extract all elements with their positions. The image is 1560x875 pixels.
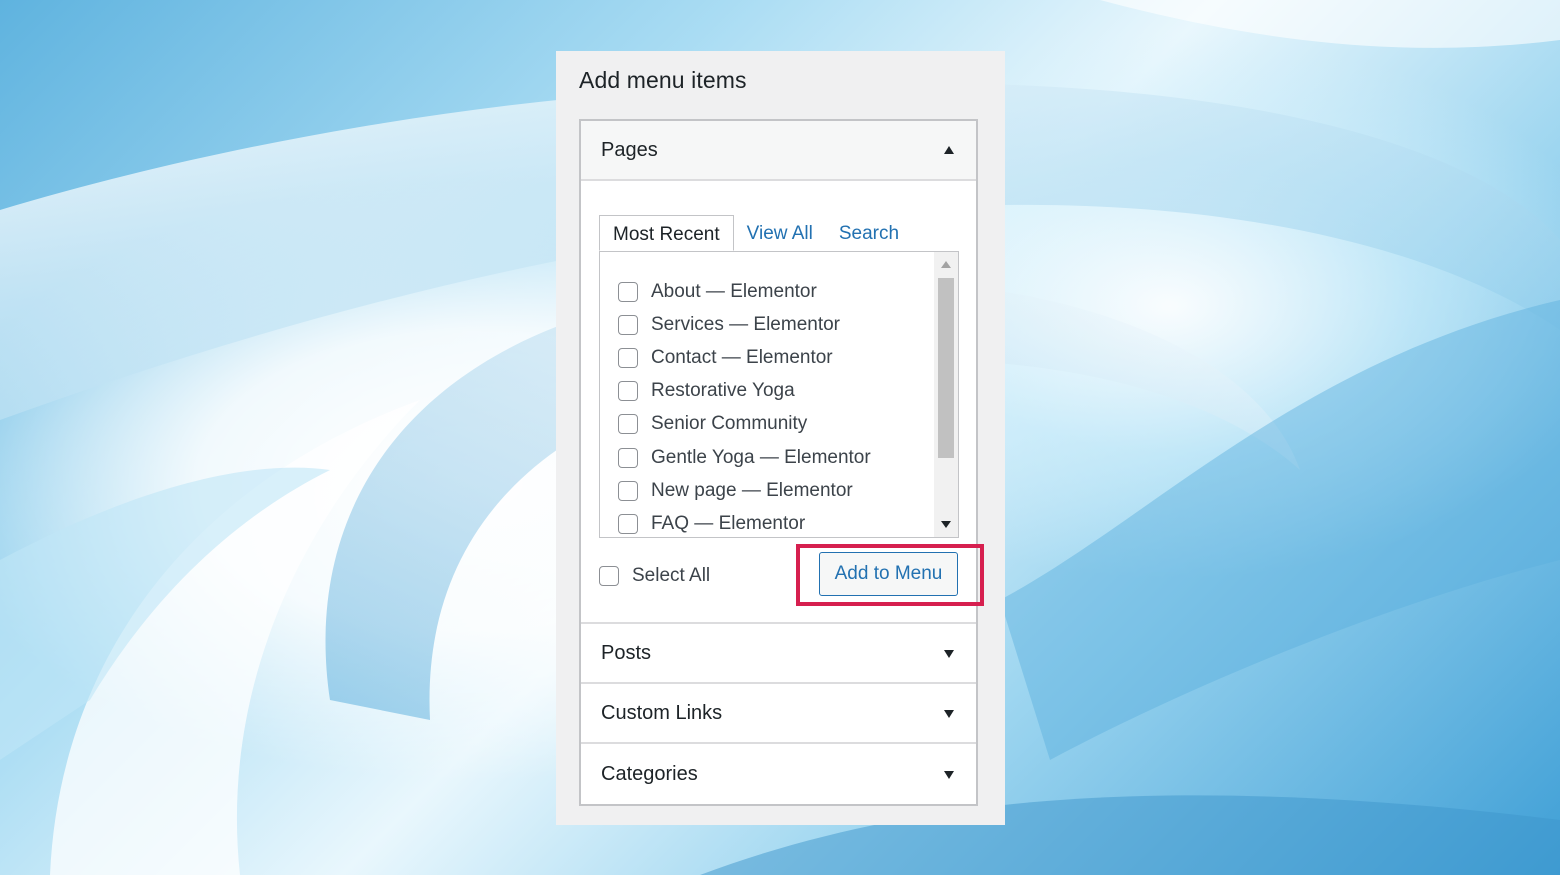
page-label: Restorative Yoga	[651, 380, 795, 402]
tab-search[interactable]: Search	[826, 215, 912, 251]
section-pages-header[interactable]: Pages	[581, 121, 976, 181]
panel-title: Add menu items	[579, 67, 747, 93]
scroll-down-icon[interactable]	[941, 521, 951, 528]
page-checkbox[interactable]	[618, 314, 638, 335]
list-scrollbar[interactable]	[934, 252, 958, 537]
section-posts-header[interactable]: Posts	[581, 624, 976, 684]
list-item: FAQ — Elementor	[618, 507, 871, 537]
section-pages-label: Pages	[601, 138, 658, 161]
list-item: Gentle Yoga — Elementor	[618, 441, 871, 474]
page-label: Contact — Elementor	[651, 346, 833, 368]
page-checkbox[interactable]	[618, 480, 638, 501]
page-checkbox[interactable]	[618, 447, 638, 468]
list-item: Services — Elementor	[618, 308, 871, 341]
scrollbar-thumb[interactable]	[938, 278, 954, 458]
select-all[interactable]: Select All	[599, 565, 710, 587]
list-item: Restorative Yoga	[618, 375, 871, 408]
page-checkbox[interactable]	[618, 414, 638, 435]
section-custom-links-label: Custom Links	[601, 701, 723, 724]
pages-list-box: About — Elementor Services — Elementor C…	[599, 251, 959, 538]
page-label: About — Elementor	[651, 280, 817, 302]
add-menu-items-panel: Add menu items Pages Most Recent View Al…	[556, 51, 1005, 825]
page-label: New page — Elementor	[651, 479, 853, 501]
page-label: Services — Elementor	[651, 313, 841, 335]
page-checkbox[interactable]	[618, 381, 638, 402]
tab-view-all[interactable]: View All	[734, 215, 826, 251]
section-categories-header[interactable]: Categories	[581, 744, 976, 804]
chevron-up-icon	[944, 146, 954, 154]
page-checkbox[interactable]	[618, 347, 638, 368]
menu-items-accordion: Pages Most Recent View All Search About …	[579, 119, 978, 806]
add-to-menu-button[interactable]: Add to Menu	[819, 552, 958, 596]
page-checkbox[interactable]	[618, 281, 638, 302]
pages-tabs: Most Recent View All Search	[599, 215, 912, 251]
section-custom-links-header[interactable]: Custom Links	[581, 684, 976, 744]
page-label: FAQ — Elementor	[651, 512, 806, 534]
section-pages-body: Most Recent View All Search About — Elem…	[581, 181, 976, 624]
list-item: Contact — Elementor	[618, 341, 871, 374]
list-item: About — Elementor	[618, 275, 871, 308]
select-all-label: Select All	[632, 565, 711, 586]
list-item: New page — Elementor	[618, 474, 871, 507]
page-label: Senior Community	[651, 413, 808, 435]
page-label: Gentle Yoga — Elementor	[651, 446, 871, 468]
select-all-checkbox[interactable]	[599, 566, 619, 586]
list-item: Senior Community	[618, 408, 871, 441]
chevron-down-icon	[944, 710, 954, 718]
scroll-up-icon[interactable]	[941, 261, 951, 268]
tab-most-recent[interactable]: Most Recent	[599, 215, 734, 251]
page-checkbox[interactable]	[618, 513, 638, 534]
section-categories-label: Categories	[601, 762, 698, 785]
pages-checklist: About — Elementor Services — Elementor C…	[618, 275, 871, 537]
chevron-down-icon	[944, 650, 954, 658]
chevron-down-icon	[944, 771, 954, 779]
section-posts-label: Posts	[601, 641, 652, 664]
